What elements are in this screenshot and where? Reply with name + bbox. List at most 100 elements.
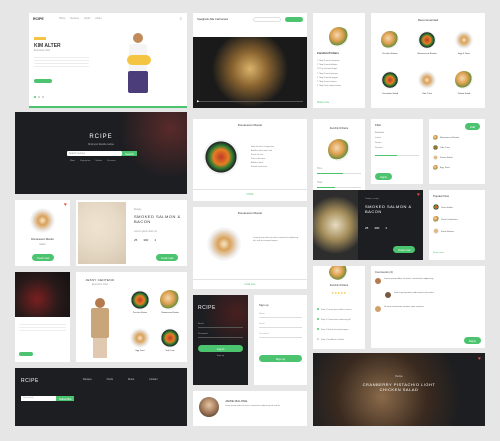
- nav-home[interactable]: Home: [59, 17, 65, 20]
- menu-icon[interactable]: ≡: [180, 16, 182, 21]
- cook-link[interactable]: COOK: [193, 193, 307, 196]
- show-more-link[interactable]: Show more: [433, 252, 444, 254]
- login-brand: RCIPE: [198, 305, 216, 311]
- rating-stars[interactable]: ★★★★★: [313, 291, 365, 295]
- filter-slider[interactable]: [375, 155, 419, 156]
- name-field[interactable]: Name: [259, 313, 302, 318]
- brand-logo[interactable]: RCIPE: [33, 17, 44, 21]
- reply-button[interactable]: Reply: [463, 337, 481, 344]
- grid-card: Zucchini Fritters Romanesco Risotto Egg …: [124, 272, 187, 362]
- time-slider[interactable]: [317, 173, 361, 174]
- search-tag[interactable]: Meat: [70, 160, 75, 162]
- cook-link[interactable]: Cook now: [193, 283, 307, 286]
- recommended-item[interactable]: Zucchini Fritters: [376, 53, 404, 55]
- dish-image: [328, 139, 350, 161]
- apply-button[interactable]: Apply: [375, 173, 392, 180]
- story-button[interactable]: [19, 352, 33, 356]
- avatar[interactable]: [199, 397, 219, 417]
- grid-image[interactable]: [130, 328, 150, 348]
- stat-value: 4: [385, 226, 388, 230]
- heart-icon[interactable]: ♥: [64, 202, 67, 208]
- search-tag[interactable]: Desserts: [107, 160, 116, 162]
- play-icon[interactable]: ▶: [197, 99, 199, 103]
- hero-button[interactable]: [34, 79, 52, 83]
- timeline-item: Step 4 Incididunt ut labore: [317, 335, 361, 345]
- recommended-item[interactable]: Potato Salad: [450, 93, 478, 95]
- signup-link[interactable]: Sign up: [193, 355, 248, 357]
- cook-button[interactable]: Cook now: [393, 246, 416, 253]
- recommended-image[interactable]: [455, 71, 473, 89]
- search-input[interactable]: Search recipes: [67, 151, 122, 156]
- recommended-image[interactable]: [455, 31, 473, 49]
- story-photo: [15, 272, 70, 317]
- nav-recipes[interactable]: Recipes: [70, 17, 79, 20]
- heart-icon[interactable]: ♥: [478, 356, 481, 362]
- cook-list-item[interactable]: Egg Toast: [433, 163, 459, 173]
- grid-item[interactable]: Zucchini Fritters: [126, 312, 154, 314]
- divider: [193, 189, 307, 190]
- popular-item[interactable]: Pizza Italian: [433, 202, 458, 214]
- dish-image: [207, 227, 241, 261]
- time-label: Time: [317, 167, 323, 170]
- salmon-card: Recipe SMOKED SALMON & BACON Lorem ipsum…: [76, 200, 187, 266]
- video-frame[interactable]: [193, 37, 307, 108]
- grid-image[interactable]: [130, 290, 150, 310]
- search-tag[interactable]: Vegetarian: [80, 160, 90, 162]
- pager-dots[interactable]: [34, 96, 44, 98]
- password-field[interactable]: Password: [259, 333, 302, 338]
- footer-column[interactable]: Contact: [149, 378, 157, 381]
- heat-slider[interactable]: [317, 187, 361, 188]
- popular-item[interactable]: Fried Salmon: [433, 226, 458, 238]
- recommended-item[interactable]: Egg & Toast: [450, 53, 478, 55]
- recommended-item[interactable]: Vide Tuna: [413, 93, 441, 95]
- heart-icon[interactable]: ♥: [417, 192, 420, 198]
- login-button[interactable]: Log in: [198, 345, 243, 352]
- hero-card: RCIPE Home Recipes Chefs About ≡ KIM ALT…: [29, 13, 187, 108]
- salmon-label: Recipe: [134, 208, 142, 211]
- cook-list-item[interactable]: Romanesco Risotto: [433, 133, 459, 143]
- recommended-item[interactable]: Romanesco Risotto: [413, 53, 441, 55]
- recommended-image[interactable]: [381, 71, 399, 89]
- cook-list-item[interactable]: Potato Salad: [433, 153, 459, 163]
- timeline-item: Step 3 Sed do eiusmod tempor: [317, 325, 361, 335]
- show-more-link[interactable]: Show more: [317, 101, 329, 104]
- email-field[interactable]: Email: [259, 323, 302, 328]
- video-search-button[interactable]: [285, 17, 303, 22]
- grid-item[interactable]: Romanesco Risotto: [156, 312, 184, 314]
- form-title: Sign up: [259, 303, 269, 307]
- newsletter-input[interactable]: Your email: [21, 396, 56, 401]
- recommended-image[interactable]: [381, 31, 399, 49]
- recommended-image[interactable]: [418, 71, 436, 89]
- nav-chefs[interactable]: Chefs: [84, 17, 90, 20]
- recommended-image[interactable]: [418, 31, 436, 49]
- footer-column[interactable]: About: [128, 378, 134, 381]
- email-field[interactable]: Email: [198, 323, 243, 328]
- search-tag[interactable]: Salads: [95, 160, 102, 162]
- profile-name: JAMIE MALONE: [225, 399, 248, 403]
- grid-image[interactable]: [160, 290, 180, 310]
- add-button[interactable]: Add: [465, 123, 480, 130]
- step-item: Season and serve: [251, 166, 268, 168]
- subscribe-button[interactable]: Subscribe: [56, 396, 75, 401]
- grid-image[interactable]: [160, 328, 180, 348]
- nav-about[interactable]: About: [95, 17, 101, 20]
- video-progress[interactable]: [197, 101, 303, 102]
- footer-column[interactable]: Chefs: [107, 378, 113, 381]
- filter-option[interactable]: Dessert: [375, 146, 384, 151]
- grid-item[interactable]: Egg Toast: [126, 350, 154, 352]
- cook-button[interactable]: Cook now: [156, 254, 179, 261]
- cranberry-title: CRANBERRY PISTACHIO LIGHT CHICKEN SALAD: [362, 382, 436, 392]
- popular-item[interactable]: Pasta Carbonara: [433, 214, 458, 226]
- video-search[interactable]: [253, 17, 281, 22]
- recommended-card: Recommended Zucchini Fritters Romanesco …: [371, 13, 485, 108]
- cook-button[interactable]: Cook now: [32, 254, 55, 261]
- password-field[interactable]: Password: [198, 333, 243, 338]
- grid-item[interactable]: Vide Tuna: [156, 350, 184, 352]
- comments-card: Comments (4) Lorem ipsum dolor sit amet,…: [371, 266, 485, 348]
- recommended-item[interactable]: Cucumber Salad: [376, 93, 404, 95]
- signup-button[interactable]: Sign up: [259, 355, 302, 362]
- cook-list-item[interactable]: Vide Tuna: [433, 143, 459, 153]
- search-button[interactable]: Search: [122, 151, 137, 156]
- footer-column[interactable]: Recipes: [83, 378, 92, 381]
- divider: [193, 279, 307, 280]
